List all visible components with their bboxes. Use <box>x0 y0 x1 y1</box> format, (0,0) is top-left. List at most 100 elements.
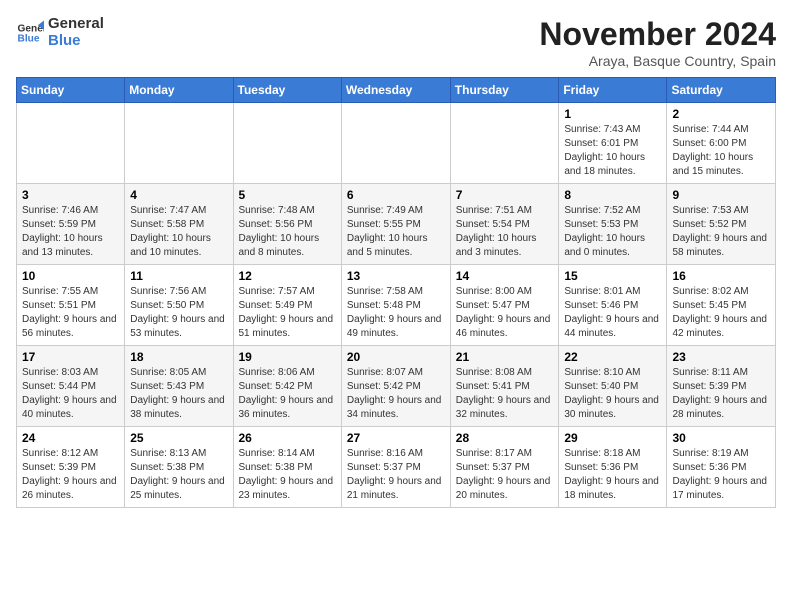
calendar-cell: 24 Sunrise: 8:12 AMSunset: 5:39 PMDayligh… <box>17 427 125 508</box>
calendar-cell: 5 Sunrise: 7:48 AMSunset: 5:56 PMDaylight… <box>233 184 341 265</box>
weekday-wednesday: Wednesday <box>341 78 450 103</box>
calendar-cell: 15Sunrise: 8:01 AMSunset: 5:46 PMDayligh… <box>559 265 667 346</box>
calendar-week-4: 17 Sunrise: 8:03 AMSunset: 5:44 PMDayligh… <box>17 346 776 427</box>
day-number: 19 <box>239 350 336 364</box>
day-info: Sunrise: 7:43 AMSunset: 6:01 PMDaylight:… <box>564 123 661 179</box>
calendar-cell: 14 Sunrise: 8:00 AMSunset: 5:47 PMDayligh… <box>450 265 559 346</box>
weekday-saturday: Saturday <box>667 78 776 103</box>
month-title: November 2024 <box>539 16 776 53</box>
day-number: 12 <box>239 269 336 283</box>
title-block: November 2024 Araya, Basque Country, Spa… <box>539 16 776 69</box>
day-number: 7 <box>456 188 554 202</box>
calendar-cell: 4 Sunrise: 7:47 AMSunset: 5:58 PMDaylight… <box>125 184 233 265</box>
day-number: 9 <box>672 188 770 202</box>
day-number: 6 <box>347 188 445 202</box>
calendar-cell: 9 Sunrise: 7:53 AMSunset: 5:52 PMDaylight… <box>667 184 776 265</box>
calendar-cell: 10 Sunrise: 7:55 AMSunset: 5:51 PMDayligh… <box>17 265 125 346</box>
calendar-cell: 12 Sunrise: 7:57 AMSunset: 5:49 PMDayligh… <box>233 265 341 346</box>
calendar-cell <box>233 103 341 184</box>
day-number: 17 <box>22 350 119 364</box>
calendar-body: 1 Sunrise: 7:43 AMSunset: 6:01 PMDaylight… <box>17 103 776 508</box>
calendar-cell <box>17 103 125 184</box>
day-number: 22 <box>564 350 661 364</box>
day-info: Sunrise: 8:12 AMSunset: 5:39 PMDaylight:… <box>22 447 119 503</box>
calendar-cell: 13Sunrise: 7:58 AMSunset: 5:48 PMDayligh… <box>341 265 450 346</box>
day-info: Sunrise: 8:19 AMSunset: 5:36 PMDaylight:… <box>672 447 770 503</box>
day-number: 23 <box>672 350 770 364</box>
day-info: Sunrise: 7:44 AMSunset: 6:00 PMDaylight:… <box>672 123 770 179</box>
day-number: 2 <box>672 107 770 121</box>
day-number: 5 <box>239 188 336 202</box>
header: General Blue General Blue November 2024 … <box>16 16 776 69</box>
day-info: Sunrise: 7:52 AMSunset: 5:53 PMDaylight:… <box>564 204 661 260</box>
calendar-cell: 27 Sunrise: 8:16 AMSunset: 5:37 PMDayligh… <box>341 427 450 508</box>
calendar-cell <box>125 103 233 184</box>
day-info: Sunrise: 8:08 AMSunset: 5:41 PMDaylight:… <box>456 366 554 422</box>
day-number: 27 <box>347 431 445 445</box>
day-info: Sunrise: 7:53 AMSunset: 5:52 PMDaylight:… <box>672 204 770 260</box>
day-number: 14 <box>456 269 554 283</box>
logo-icon: General Blue <box>16 19 44 47</box>
day-info: Sunrise: 8:14 AMSunset: 5:38 PMDaylight:… <box>239 447 336 503</box>
calendar-cell: 22Sunrise: 8:10 AMSunset: 5:40 PMDayligh… <box>559 346 667 427</box>
day-info: Sunrise: 7:56 AMSunset: 5:50 PMDaylight:… <box>130 285 227 341</box>
day-info: Sunrise: 8:11 AMSunset: 5:39 PMDaylight:… <box>672 366 770 422</box>
calendar-week-5: 24 Sunrise: 8:12 AMSunset: 5:39 PMDayligh… <box>17 427 776 508</box>
day-number: 18 <box>130 350 227 364</box>
day-number: 26 <box>239 431 336 445</box>
svg-text:Blue: Blue <box>18 33 40 44</box>
calendar-cell: 29Sunrise: 8:18 AMSunset: 5:36 PMDayligh… <box>559 427 667 508</box>
day-number: 25 <box>130 431 227 445</box>
day-number: 15 <box>564 269 661 283</box>
calendar-cell: 1 Sunrise: 7:43 AMSunset: 6:01 PMDaylight… <box>559 103 667 184</box>
day-number: 29 <box>564 431 661 445</box>
calendar-cell <box>341 103 450 184</box>
day-number: 8 <box>564 188 661 202</box>
calendar-cell: 30 Sunrise: 8:19 AMSunset: 5:36 PMDayligh… <box>667 427 776 508</box>
weekday-sunday: Sunday <box>17 78 125 103</box>
day-info: Sunrise: 8:03 AMSunset: 5:44 PMDaylight:… <box>22 366 119 422</box>
day-number: 1 <box>564 107 661 121</box>
weekday-tuesday: Tuesday <box>233 78 341 103</box>
day-info: Sunrise: 7:55 AMSunset: 5:51 PMDaylight:… <box>22 285 119 341</box>
calendar-cell: 25 Sunrise: 8:13 AMSunset: 5:38 PMDayligh… <box>125 427 233 508</box>
calendar-cell: 21 Sunrise: 8:08 AMSunset: 5:41 PMDayligh… <box>450 346 559 427</box>
day-number: 24 <box>22 431 119 445</box>
calendar-cell: 8 Sunrise: 7:52 AMSunset: 5:53 PMDaylight… <box>559 184 667 265</box>
day-info: Sunrise: 8:13 AMSunset: 5:38 PMDaylight:… <box>130 447 227 503</box>
calendar-cell: 6Sunrise: 7:49 AMSunset: 5:55 PMDaylight… <box>341 184 450 265</box>
calendar: SundayMondayTuesdayWednesdayThursdayFrid… <box>16 77 776 508</box>
weekday-friday: Friday <box>559 78 667 103</box>
day-info: Sunrise: 7:46 AMSunset: 5:59 PMDaylight:… <box>22 204 119 260</box>
day-info: Sunrise: 8:02 AMSunset: 5:45 PMDaylight:… <box>672 285 770 341</box>
logo-line1: General <box>48 16 104 33</box>
logo: General Blue General Blue <box>16 16 104 49</box>
logo-line2: Blue <box>48 33 104 50</box>
day-info: Sunrise: 7:58 AMSunset: 5:48 PMDaylight:… <box>347 285 445 341</box>
day-info: Sunrise: 8:16 AMSunset: 5:37 PMDaylight:… <box>347 447 445 503</box>
day-number: 28 <box>456 431 554 445</box>
day-info: Sunrise: 8:00 AMSunset: 5:47 PMDaylight:… <box>456 285 554 341</box>
weekday-header-row: SundayMondayTuesdayWednesdayThursdayFrid… <box>17 78 776 103</box>
calendar-cell: 28 Sunrise: 8:17 AMSunset: 5:37 PMDayligh… <box>450 427 559 508</box>
calendar-week-2: 3 Sunrise: 7:46 AMSunset: 5:59 PMDaylight… <box>17 184 776 265</box>
day-info: Sunrise: 7:51 AMSunset: 5:54 PMDaylight:… <box>456 204 554 260</box>
weekday-thursday: Thursday <box>450 78 559 103</box>
calendar-cell: 2 Sunrise: 7:44 AMSunset: 6:00 PMDaylight… <box>667 103 776 184</box>
day-number: 30 <box>672 431 770 445</box>
calendar-cell: 17 Sunrise: 8:03 AMSunset: 5:44 PMDayligh… <box>17 346 125 427</box>
day-info: Sunrise: 7:57 AMSunset: 5:49 PMDaylight:… <box>239 285 336 341</box>
day-info: Sunrise: 7:47 AMSunset: 5:58 PMDaylight:… <box>130 204 227 260</box>
weekday-monday: Monday <box>125 78 233 103</box>
calendar-cell: 18Sunrise: 8:05 AMSunset: 5:43 PMDayligh… <box>125 346 233 427</box>
day-number: 10 <box>22 269 119 283</box>
day-number: 4 <box>130 188 227 202</box>
calendar-cell: 23 Sunrise: 8:11 AMSunset: 5:39 PMDayligh… <box>667 346 776 427</box>
calendar-week-3: 10 Sunrise: 7:55 AMSunset: 5:51 PMDayligh… <box>17 265 776 346</box>
day-info: Sunrise: 8:17 AMSunset: 5:37 PMDaylight:… <box>456 447 554 503</box>
calendar-cell: 3 Sunrise: 7:46 AMSunset: 5:59 PMDaylight… <box>17 184 125 265</box>
day-number: 21 <box>456 350 554 364</box>
day-number: 16 <box>672 269 770 283</box>
day-info: Sunrise: 7:48 AMSunset: 5:56 PMDaylight:… <box>239 204 336 260</box>
day-number: 3 <box>22 188 119 202</box>
